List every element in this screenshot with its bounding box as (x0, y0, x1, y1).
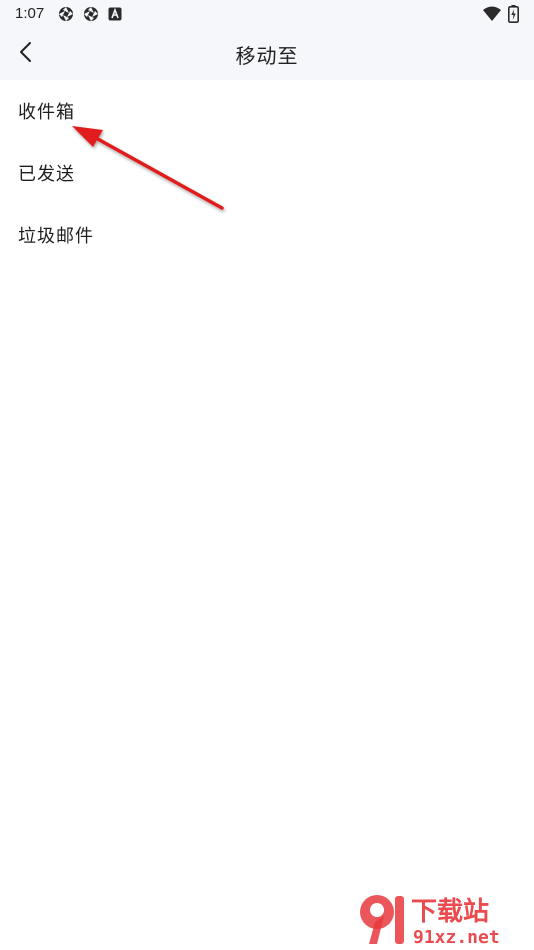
wifi-icon (483, 6, 501, 21)
status-bar: 1:07 (0, 0, 534, 28)
app-header: 移动至 (0, 28, 534, 80)
battery-charging-icon (508, 5, 519, 23)
a-badge-icon (108, 7, 122, 21)
aperture-icon (59, 7, 73, 21)
folder-list: 收件箱 已发送 垃圾邮件 (0, 80, 534, 266)
page-title: 移动至 (235, 44, 299, 68)
watermark-domain: 91xz.net (413, 927, 500, 948)
watermark-logo (360, 895, 404, 944)
aperture-icon (84, 7, 98, 21)
status-time: 1:07 (15, 5, 45, 22)
folder-label: 已发送 (18, 164, 75, 185)
folder-item-inbox[interactable]: 收件箱 (0, 80, 534, 142)
folder-item-spam[interactable]: 垃圾邮件 (0, 204, 534, 266)
watermark-brand: 下载站 (411, 897, 489, 927)
folder-label: 收件箱 (18, 102, 75, 123)
folder-label: 垃圾邮件 (18, 226, 94, 247)
site-watermark: 下载站 91xz.net (360, 895, 500, 948)
folder-item-sent[interactable]: 已发送 (0, 142, 534, 204)
